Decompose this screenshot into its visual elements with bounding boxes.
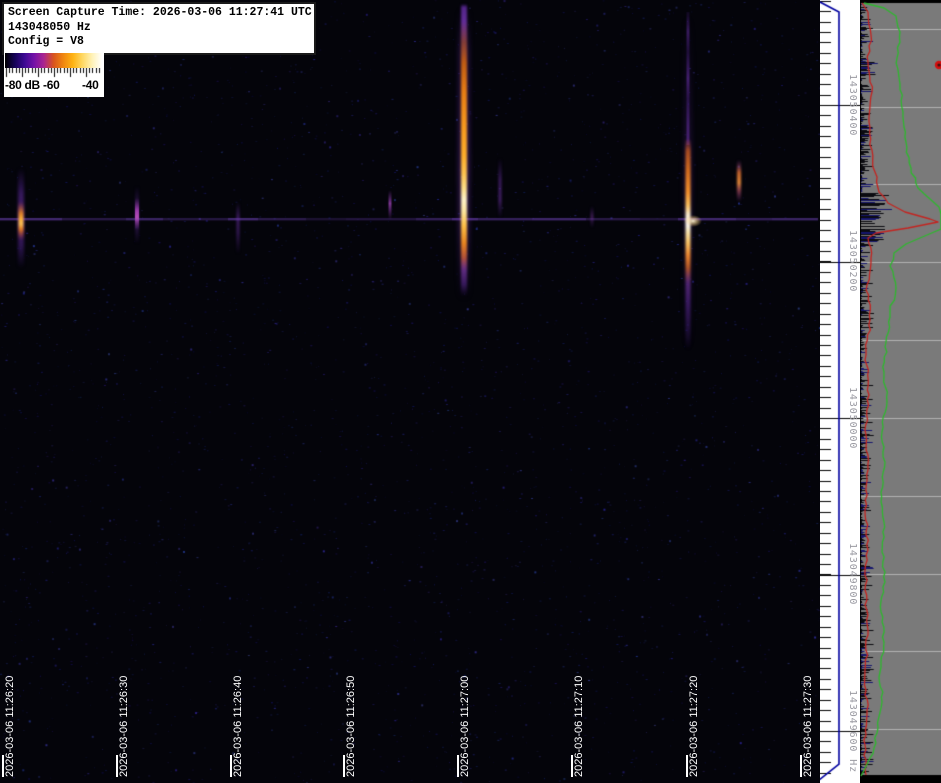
freq-label: 143049600 Hz xyxy=(847,690,858,773)
waterfall-spectrogram-canvas xyxy=(0,0,820,783)
time-label: 2026-03-06 11:27:00 xyxy=(459,676,471,777)
time-label: 2026-03-06 11:27:20 xyxy=(688,676,700,777)
freq-label: 143050000 xyxy=(847,387,858,449)
db-color-legend: -80 dB -60 -40 xyxy=(4,52,104,97)
config-line: Config = V8 xyxy=(8,35,311,50)
time-label: 2026-03-06 11:27:30 xyxy=(802,676,814,777)
capture-info-box: Screen Capture Time: 2026-03-06 11:27:41… xyxy=(2,2,316,55)
spectrum-plot-canvas xyxy=(860,0,941,783)
db-label-40: -40 xyxy=(82,78,98,92)
time-label: 2026-03-06 11:26:40 xyxy=(232,676,244,777)
db-label-60: -60 xyxy=(43,78,59,92)
spectrogram-screen-capture: Screen Capture Time: 2026-03-06 11:27:41… xyxy=(0,0,941,783)
time-label: 2026-03-06 11:26:50 xyxy=(345,676,357,777)
time-label: 2026-03-06 11:26:30 xyxy=(118,676,130,777)
time-label: 2026-03-06 11:26:20 xyxy=(4,676,16,777)
capture-time-line: Screen Capture Time: 2026-03-06 11:27:41… xyxy=(8,6,311,21)
freq-label: 143049800 xyxy=(847,543,858,605)
freq-label: 143050400 xyxy=(847,74,858,136)
time-label: 2026-03-06 11:27:10 xyxy=(573,676,585,777)
freq-label: 143050200 xyxy=(847,230,858,292)
db-colorbar-gradient xyxy=(5,53,102,68)
db-label-80: -80 dB xyxy=(5,78,40,92)
frequency-line: 143048050 Hz xyxy=(8,21,311,36)
db-scale-ticks xyxy=(4,68,104,78)
